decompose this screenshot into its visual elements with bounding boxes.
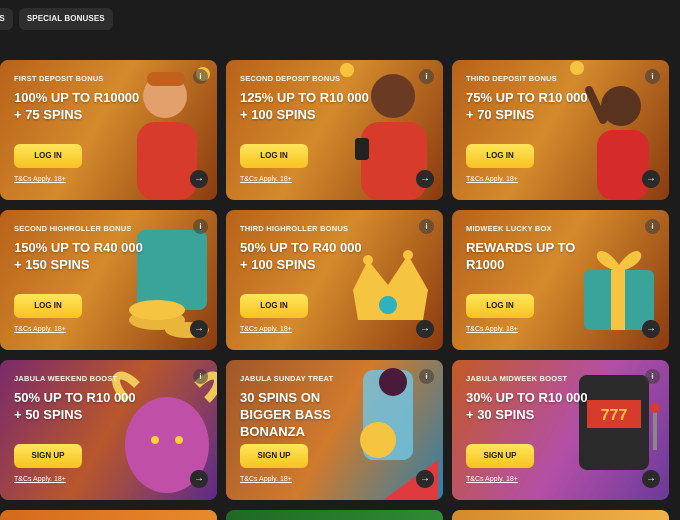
promo-card-midweek-lucky-box[interactable]: MIDWEEK LUCKY BOX REWARDS UP TO R1000 LO… <box>452 210 669 350</box>
promo-title: 125% UP TO R10 000 + 100 SPINS <box>240 90 369 122</box>
promo-title: 100% UP TO R10000 + 75 SPINS <box>14 90 140 122</box>
terms-link[interactable]: T&Cs Apply. 18+ <box>14 476 66 483</box>
promo-label: JABULA SUNDAY TREAT <box>240 374 334 383</box>
promo-card-jabula-midweek-boost[interactable]: 777 JABULA MIDWEEK BOOST 30% UP TO R10 0… <box>452 360 669 500</box>
sign-up-button[interactable]: SIGN UP <box>466 444 534 468</box>
arrow-right-icon[interactable]: → <box>642 170 660 188</box>
log-in-button[interactable]: LOG IN <box>14 294 82 318</box>
promo-label: SECOND HIGHROLLER BONUS <box>14 224 132 233</box>
info-icon[interactable]: i <box>645 369 660 384</box>
arrow-right-icon[interactable]: → <box>190 470 208 488</box>
tab-special-bonuses[interactable]: SPECIAL BONUSES <box>18 8 113 30</box>
info-icon[interactable]: i <box>193 369 208 384</box>
promo-card-third-highroller[interactable]: THIRD HIGHROLLER BONUS 50% UP TO R40 000… <box>226 210 443 350</box>
log-in-button[interactable]: LOG IN <box>240 294 308 318</box>
promo-card-partial[interactable] <box>226 510 443 520</box>
promo-card-partial[interactable] <box>0 510 217 520</box>
arrow-right-icon[interactable]: → <box>642 320 660 338</box>
svg-text:777: 777 <box>601 407 628 424</box>
info-icon[interactable]: i <box>193 69 208 84</box>
promo-card-first-deposit[interactable]: FIRST DEPOSIT BONUS 100% UP TO R10000 + … <box>0 60 217 200</box>
promo-label: JABULA MIDWEEK BOOST <box>466 374 568 383</box>
promo-card-second-deposit[interactable]: SECOND DEPOSIT BONUS 125% UP TO R10 000 … <box>226 60 443 200</box>
arrow-right-icon[interactable]: → <box>416 470 434 488</box>
promo-title: 30 SPINS ON BIGGER BASS BONANZA <box>240 390 332 439</box>
terms-link[interactable]: T&Cs Apply. 18+ <box>14 326 66 333</box>
info-icon[interactable]: i <box>645 69 660 84</box>
promo-label: JABULA WEEKEND BOOST <box>14 374 118 383</box>
terms-link[interactable]: T&Cs Apply. 18+ <box>14 176 66 183</box>
promo-label: FIRST DEPOSIT BONUS <box>14 74 104 83</box>
promo-card-jabula-sunday-treat[interactable]: JABULA SUNDAY TREAT 30 SPINS ON BIGGER B… <box>226 360 443 500</box>
promo-title: 50% UP TO R40 000 + 100 SPINS <box>240 240 362 272</box>
promo-card-third-deposit[interactable]: THIRD DEPOSIT BONUS 75% UP TO R10 000 + … <box>452 60 669 200</box>
promo-label: THIRD HIGHROLLER BONUS <box>240 224 349 233</box>
terms-link[interactable]: T&Cs Apply. 18+ <box>240 326 292 333</box>
promo-label: SECOND DEPOSIT BONUS <box>240 74 341 83</box>
promo-label: THIRD DEPOSIT BONUS <box>466 74 557 83</box>
log-in-button[interactable]: LOG IN <box>466 144 534 168</box>
promo-title: 75% UP TO R10 000 + 70 SPINS <box>466 90 588 122</box>
promo-card-jabula-weekend-boost[interactable]: JABULA WEEKEND BOOST 50% UP TO R10 000 +… <box>0 360 217 500</box>
arrow-right-icon[interactable]: → <box>642 470 660 488</box>
log-in-button[interactable]: LOG IN <box>466 294 534 318</box>
terms-link[interactable]: T&Cs Apply. 18+ <box>240 176 292 183</box>
log-in-button[interactable]: LOG IN <box>240 144 308 168</box>
arrow-right-icon[interactable]: → <box>416 320 434 338</box>
arrow-right-icon[interactable]: → <box>190 170 208 188</box>
promo-card-partial[interactable] <box>452 510 669 520</box>
arrow-right-icon[interactable]: → <box>416 170 434 188</box>
sign-up-button[interactable]: SIGN UP <box>240 444 308 468</box>
arrow-right-icon[interactable]: → <box>190 320 208 338</box>
info-icon[interactable]: i <box>419 369 434 384</box>
terms-link[interactable]: T&Cs Apply. 18+ <box>466 326 518 333</box>
terms-link[interactable]: T&Cs Apply. 18+ <box>240 476 292 483</box>
sign-up-button[interactable]: SIGN UP <box>14 444 82 468</box>
promo-title: REWARDS UP TO R1000 <box>466 240 576 272</box>
info-icon[interactable]: i <box>193 219 208 234</box>
promo-title: 150% UP TO R40 000 + 150 SPINS <box>14 240 143 272</box>
terms-link[interactable]: T&Cs Apply. 18+ <box>466 476 518 483</box>
promo-card-second-highroller[interactable]: SECOND HIGHROLLER BONUS 150% UP TO R40 0… <box>0 210 217 350</box>
promo-label: MIDWEEK LUCKY BOX <box>466 224 552 233</box>
promo-title: 30% UP TO R10 000 + 30 SPINS <box>466 390 588 422</box>
info-icon[interactable]: i <box>419 219 434 234</box>
info-icon[interactable]: i <box>645 219 660 234</box>
info-icon[interactable]: i <box>419 69 434 84</box>
terms-link[interactable]: T&Cs Apply. 18+ <box>466 176 518 183</box>
promo-tabs: ES SPECIAL BONUSES <box>0 8 113 30</box>
promo-title: 50% UP TO R10 000 + 50 SPINS <box>14 390 136 422</box>
tab-previous[interactable]: ES <box>0 8 13 30</box>
log-in-button[interactable]: LOG IN <box>14 144 82 168</box>
